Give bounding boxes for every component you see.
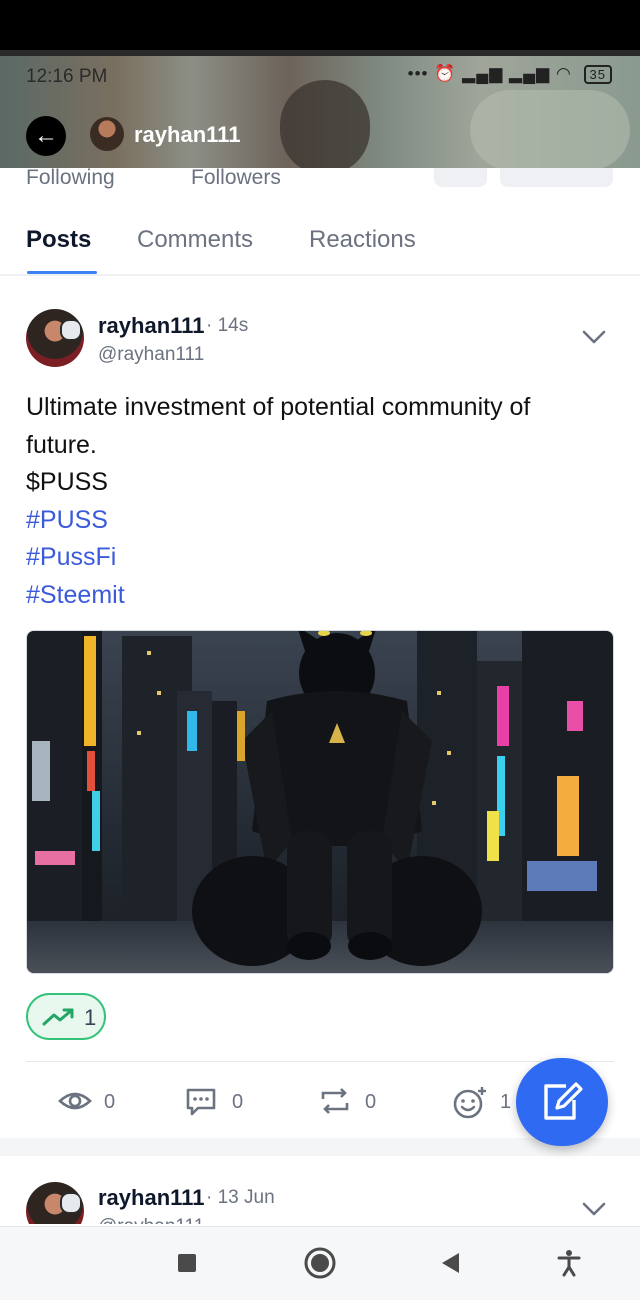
home-circle-icon[interactable] [303, 1246, 337, 1280]
compose-icon [544, 1082, 583, 1120]
post-author-name[interactable]: rayhan111 [98, 1185, 204, 1211]
repost-button[interactable]: 0 [317, 1086, 387, 1118]
comment-icon [186, 1088, 216, 1116]
post-image[interactable] [26, 630, 614, 974]
hashtag-link[interactable]: #PussFi [26, 539, 616, 577]
tab-posts[interactable]: Posts [26, 226, 91, 254]
post-author-avatar[interactable] [26, 309, 84, 367]
views-button[interactable]: 0 [58, 1086, 128, 1118]
followers-label[interactable]: Followers [191, 166, 281, 190]
avatar-detail [60, 319, 82, 341]
avatar-detail [60, 1192, 82, 1214]
trending-badge[interactable]: 1 [26, 993, 106, 1040]
cyberpunk-cat-image [27, 631, 613, 973]
trending-count: 1 [84, 1005, 97, 1030]
recents-square-icon[interactable] [176, 1252, 198, 1274]
post-text-line: $PUSS [26, 468, 108, 496]
header-username: rayhan111 [134, 122, 241, 147]
accessibility-icon[interactable] [557, 1249, 581, 1277]
chevron-down-icon[interactable] [581, 1200, 607, 1218]
post-time: · 13 Jun [206, 1187, 275, 1208]
battery-icon: 35 [583, 65, 612, 84]
post-text-line: Ultimate investment of potential communi… [26, 393, 531, 421]
next-post-preview: rayhan111 · 13 Jun @rayhan111 [0, 1156, 640, 1224]
chevron-down-icon[interactable] [581, 328, 607, 346]
status-icons-glyphs: ••• ⏰ ▂▄▆ ▂▄▆ ◠ [407, 64, 572, 83]
tab-comments[interactable]: Comments [137, 226, 253, 254]
hashtag-link[interactable]: #PUSS [26, 502, 616, 540]
system-navigation-bar [0, 1226, 640, 1300]
post-author-avatar[interactable] [26, 1182, 84, 1224]
hashtag-link[interactable]: #Steemit [26, 577, 616, 615]
post-author-handle: @rayhan111 [98, 344, 205, 365]
react-button[interactable]: 1 [452, 1086, 522, 1119]
status-time: 12:16 PM [26, 66, 108, 87]
following-label[interactable]: Following [26, 166, 115, 190]
header-avatar [90, 117, 124, 151]
active-tab-indicator [27, 271, 97, 274]
post-author-handle: @rayhan111 [98, 1216, 204, 1224]
eye-icon [58, 1092, 92, 1110]
add-reaction-icon [453, 1087, 486, 1119]
banner-image-figure [280, 80, 370, 168]
top-black-bar [0, 0, 640, 50]
status-icons: ••• ⏰ ▂▄▆ ▂▄▆ ◠ 35 [408, 64, 612, 84]
reactions-count: 1 [500, 1091, 512, 1113]
profile-action-button-large[interactable] [500, 168, 613, 187]
views-count: 0 [104, 1091, 116, 1113]
comments-count: 0 [232, 1091, 244, 1113]
profile-tabs: Posts Comments Reactions [0, 226, 640, 276]
post-body: Ultimate investment of potential communi… [26, 389, 616, 614]
tab-reactions[interactable]: Reactions [309, 226, 416, 254]
back-button[interactable]: ← [26, 116, 66, 156]
post-time: · 14s [206, 315, 249, 336]
post-divider [26, 1061, 614, 1062]
profile-header-banner: 12:16 PM ••• ⏰ ▂▄▆ ▂▄▆ ◠ 35 ← rayhan111 [0, 50, 640, 168]
compose-post-button[interactable] [516, 1058, 608, 1146]
banner-top-strip [0, 50, 640, 56]
banner-image-light [470, 90, 630, 168]
post-text-line: future. [26, 430, 97, 459]
reposts-count: 0 [365, 1091, 377, 1113]
back-triangle-icon[interactable] [440, 1251, 462, 1275]
post-author-name[interactable]: rayhan111 [98, 313, 204, 339]
profile-action-button-small[interactable] [434, 168, 487, 187]
trending-up-icon [42, 1008, 74, 1026]
repost-icon [321, 1088, 349, 1114]
comment-button[interactable]: 0 [184, 1086, 254, 1118]
